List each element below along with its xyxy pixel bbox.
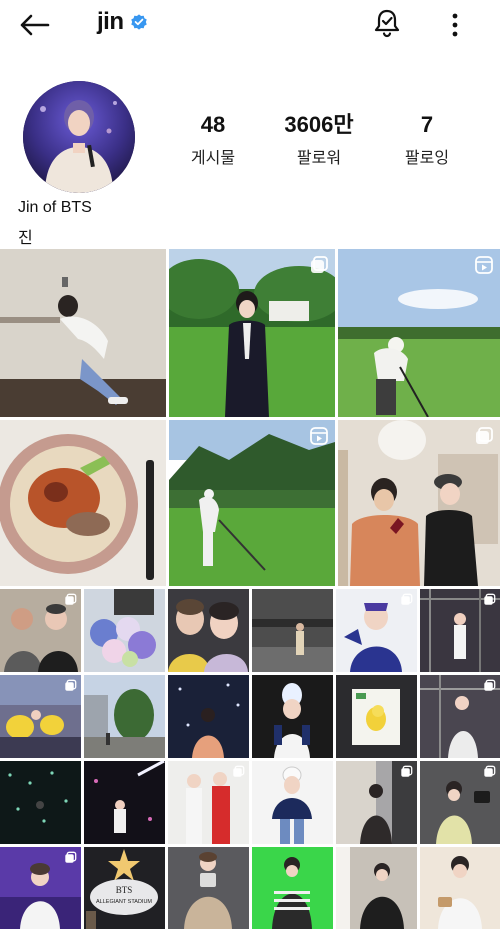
post-tile[interactable] [0, 761, 81, 844]
multi-image-icon [233, 765, 245, 777]
stat-posts-value: 48 [200, 112, 226, 137]
multi-image-icon [311, 256, 328, 273]
post-tile[interactable] [420, 589, 500, 672]
post-tile[interactable] [84, 675, 165, 758]
post-tile[interactable] [336, 761, 417, 844]
post-tile[interactable] [420, 761, 500, 844]
stat-followers-value: 3606만 [284, 112, 354, 137]
bts-sign-text: BTS [116, 885, 133, 895]
back-button[interactable] [16, 8, 52, 42]
post-tile[interactable] [336, 589, 417, 672]
stat-following-value: 7 [420, 112, 434, 137]
post-tile[interactable] [168, 675, 249, 758]
post-tile[interactable] [0, 589, 81, 672]
stat-following-label: 팔로잉 [404, 150, 450, 167]
profile-full-name: Jin of BTS [18, 199, 92, 216]
post-tile[interactable] [336, 675, 417, 758]
post-tile[interactable] [420, 675, 500, 758]
post-tile[interactable] [0, 675, 81, 758]
stat-followers[interactable]: 3606만 팔로워 [264, 112, 374, 168]
multi-image-icon [484, 765, 496, 777]
notification-bell-icon [374, 9, 400, 38]
username-text: jin [97, 8, 124, 35]
post-tile[interactable] [168, 847, 249, 929]
post-tile[interactable] [84, 761, 165, 844]
post-tile[interactable] [336, 847, 417, 929]
profile-avatar[interactable] [23, 81, 135, 193]
more-options-button[interactable] [444, 8, 466, 42]
reels-icon [310, 427, 328, 445]
multi-image-icon [65, 679, 77, 691]
post-tile[interactable] [169, 249, 335, 417]
post-tile[interactable] [252, 589, 333, 672]
profile-bio: 진 [18, 230, 33, 247]
post-tile[interactable] [169, 420, 335, 586]
post-tile[interactable]: BTS ALLEGIANT STADIUM [84, 847, 165, 929]
post-tile[interactable] [84, 589, 165, 672]
post-tile[interactable] [0, 249, 166, 417]
post-tile[interactable] [252, 675, 333, 758]
multi-image-icon [476, 427, 493, 444]
multi-image-icon [484, 593, 496, 605]
stadium-sign-text: ALLEGIANT STADIUM [96, 899, 152, 905]
post-tile[interactable] [0, 847, 81, 929]
multi-image-icon [401, 765, 413, 777]
reels-icon [475, 256, 493, 274]
back-arrow-icon [20, 14, 50, 36]
stat-posts[interactable]: 48 게시물 [158, 112, 268, 168]
post-tile[interactable] [420, 847, 500, 929]
post-tile[interactable] [338, 420, 500, 586]
post-tile[interactable] [0, 420, 166, 586]
profile-username-header: jin [97, 8, 148, 36]
verified-badge-icon [130, 13, 148, 31]
post-tile[interactable] [168, 589, 249, 672]
stat-posts-label: 게시물 [190, 150, 236, 167]
top-bar: jin [0, 0, 500, 50]
multi-image-icon [401, 593, 413, 605]
post-tile[interactable] [252, 847, 333, 929]
post-tile[interactable] [252, 761, 333, 844]
post-tile[interactable] [338, 249, 500, 417]
notification-bell-button[interactable] [371, 6, 403, 40]
multi-image-icon [65, 593, 77, 605]
stat-following[interactable]: 7 팔로잉 [372, 112, 482, 168]
multi-image-icon [484, 679, 496, 691]
more-options-icon [452, 13, 458, 37]
post-tile[interactable] [168, 761, 249, 844]
multi-image-icon [65, 851, 77, 863]
stat-followers-label: 팔로워 [296, 150, 342, 167]
post-grid-small: BTS ALLEGIANT STADIUM [0, 589, 500, 929]
